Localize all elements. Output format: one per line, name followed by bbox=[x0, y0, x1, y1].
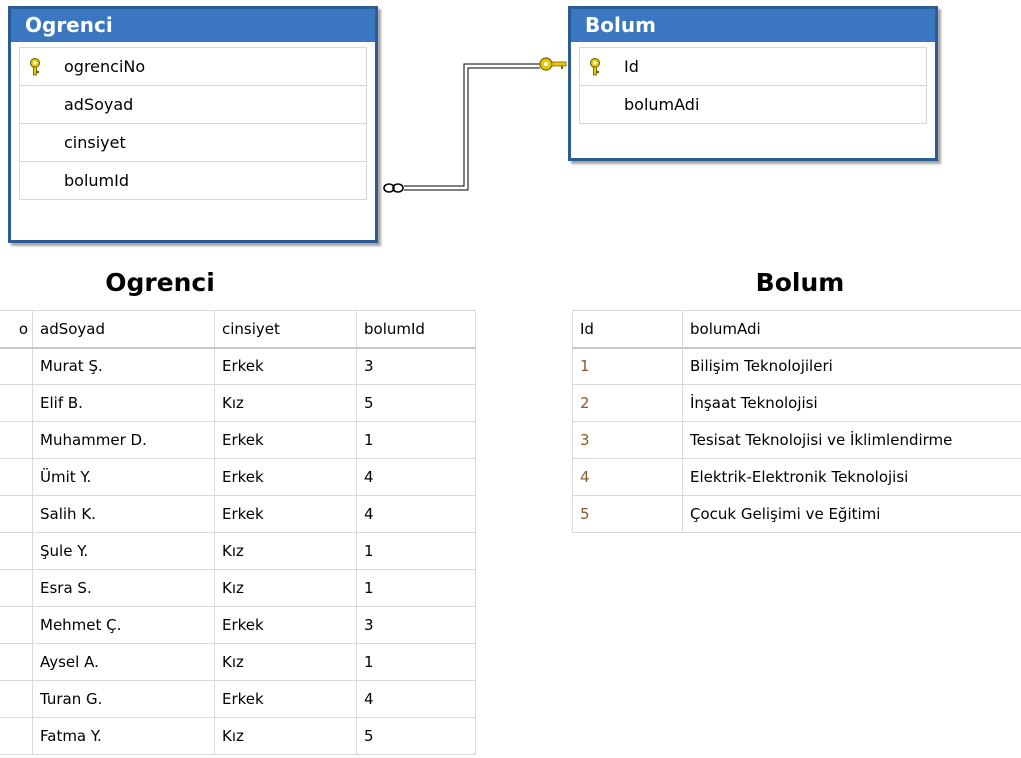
cell-bolumid: 3 bbox=[356, 347, 476, 385]
table-row[interactable]: Ümit Y. Erkek 4 bbox=[0, 458, 476, 496]
entity-field-adsoyad[interactable]: adSoyad bbox=[20, 86, 366, 124]
entity-field-ogrencino[interactable]: ogrenciNo bbox=[20, 48, 366, 86]
cell-id: 3 bbox=[572, 421, 683, 459]
table-row[interactable]: 3 Tesisat Teknolojisi ve İklimlendirme bbox=[572, 421, 1021, 459]
cell-cinsiyet: Kız bbox=[214, 717, 357, 755]
table-row[interactable]: Salih K. Erkek 4 bbox=[0, 495, 476, 533]
cell-bolumid: 4 bbox=[356, 458, 476, 496]
cell-bolumid: 1 bbox=[356, 421, 476, 459]
cell-id: 4 bbox=[572, 458, 683, 496]
cell-id: 1 bbox=[572, 347, 683, 385]
grid-header-row: o adSoyad cinsiyet bolumId bbox=[0, 310, 476, 349]
table-row[interactable]: Fatma Y. Kız 5 bbox=[0, 717, 476, 755]
cell-cinsiyet: Kız bbox=[214, 532, 357, 570]
cell-bolumid: 5 bbox=[356, 384, 476, 422]
cell-id: 2 bbox=[572, 384, 683, 422]
cell-bolumid: 1 bbox=[356, 532, 476, 570]
infinity-icon bbox=[383, 183, 404, 193]
field-name: bolumId bbox=[64, 171, 129, 190]
cell-cinsiyet: Erkek bbox=[214, 606, 357, 644]
grid-header-row: Id bolumAdi bbox=[572, 310, 1021, 349]
table-row[interactable]: Elif B. Kız 5 bbox=[0, 384, 476, 422]
table-row[interactable]: Mehmet Ç. Erkek 3 bbox=[0, 606, 476, 644]
cell-cinsiyet: Kız bbox=[214, 643, 357, 681]
table-row[interactable]: Turan G. Erkek 4 bbox=[0, 680, 476, 718]
table-row[interactable]: Murat Ş. Erkek 3 bbox=[0, 347, 476, 385]
cell-bolumid: 3 bbox=[356, 606, 476, 644]
table-row[interactable]: Şule Y. Kız 1 bbox=[0, 532, 476, 570]
column-header[interactable]: bolumId bbox=[356, 310, 476, 349]
cell-bolumadi: Tesisat Teknolojisi ve İklimlendirme bbox=[682, 421, 1021, 459]
cell-cinsiyet: Kız bbox=[214, 569, 357, 607]
bolum-table-title: Bolum bbox=[755, 268, 845, 297]
cell-adsoyad: Ümit Y. bbox=[32, 458, 215, 496]
cell-adsoyad: Aysel A. bbox=[32, 643, 215, 681]
cell-adsoyad: Esra S. bbox=[32, 569, 215, 607]
field-name: Id bbox=[624, 57, 639, 76]
entity-field-bolumid[interactable]: bolumId bbox=[20, 162, 366, 200]
bolum-data-grid: Id bolumAdi 1 Bilişim Teknolojileri 2 İnşa… bbox=[572, 310, 1021, 533]
table-row[interactable]: 4 Elektrik-Elektronik Teknolojisi bbox=[572, 458, 1021, 496]
table-row[interactable]: Muhammer D. Erkek 1 bbox=[0, 421, 476, 459]
cell-adsoyad: Fatma Y. bbox=[32, 717, 215, 755]
relationship-key-icon bbox=[539, 57, 567, 71]
entity-field-cinsiyet[interactable]: cinsiyet bbox=[20, 124, 366, 162]
entity-bolum-title: Bolum bbox=[571, 9, 935, 42]
cell-bolumadi: Çocuk Gelişimi ve Eğitimi bbox=[682, 495, 1021, 533]
field-name: cinsiyet bbox=[64, 133, 126, 152]
table-row[interactable]: 5 Çocuk Gelişimi ve Eğitimi bbox=[572, 495, 1021, 533]
table-row[interactable]: 2 İnşaat Teknolojisi bbox=[572, 384, 1021, 422]
field-name: adSoyad bbox=[64, 95, 134, 114]
ogrenci-table-title: Ogrenci bbox=[105, 268, 215, 297]
entity-bolum[interactable]: Bolum Id bolumAdi bbox=[568, 6, 938, 161]
cell-adsoyad: Şule Y. bbox=[32, 532, 215, 570]
cell-adsoyad: Murat Ş. bbox=[32, 347, 215, 385]
column-header[interactable]: adSoyad bbox=[32, 310, 215, 349]
cell-adsoyad: Turan G. bbox=[32, 680, 215, 718]
key-icon bbox=[20, 48, 50, 85]
cell-adsoyad: Salih K. bbox=[32, 495, 215, 533]
table-row[interactable]: Esra S. Kız 1 bbox=[0, 569, 476, 607]
entity-field-bolumadi[interactable]: bolumAdi bbox=[580, 86, 926, 124]
cell-bolumadi: Elektrik-Elektronik Teknolojisi bbox=[682, 458, 1021, 496]
cell-id: 5 bbox=[572, 495, 683, 533]
entity-ogrenci[interactable]: Ogrenci ogrenciNo adSoyad cinsiyet bolum… bbox=[8, 6, 378, 243]
cell-cinsiyet: Erkek bbox=[214, 495, 357, 533]
field-name: bolumAdi bbox=[624, 95, 700, 114]
cell-bolumadi: Bilişim Teknolojileri bbox=[682, 347, 1021, 385]
table-row[interactable]: 1 Bilişim Teknolojileri bbox=[572, 347, 1021, 385]
column-header[interactable]: Id bbox=[572, 310, 683, 349]
field-name: ogrenciNo bbox=[64, 57, 146, 76]
cell-bolumadi: İnşaat Teknolojisi bbox=[682, 384, 1021, 422]
cell-bolumid: 1 bbox=[356, 643, 476, 681]
table-row[interactable]: Aysel A. Kız 1 bbox=[0, 643, 476, 681]
column-header[interactable]: bolumAdi bbox=[682, 310, 1021, 349]
cell-cinsiyet: Erkek bbox=[214, 680, 357, 718]
cell-cinsiyet: Erkek bbox=[214, 421, 357, 459]
cell-cinsiyet: Erkek bbox=[214, 347, 357, 385]
cell-adsoyad: Muhammer D. bbox=[32, 421, 215, 459]
cell-cinsiyet: Erkek bbox=[214, 458, 357, 496]
cell-adsoyad: Elif B. bbox=[32, 384, 215, 422]
cell-adsoyad: Mehmet Ç. bbox=[32, 606, 215, 644]
cell-bolumid: 4 bbox=[356, 680, 476, 718]
key-icon bbox=[580, 48, 610, 85]
ogrenci-data-grid: o adSoyad cinsiyet bolumId Murat Ş. Erkek… bbox=[0, 310, 476, 755]
cell-bolumid: 5 bbox=[356, 717, 476, 755]
column-header[interactable]: o bbox=[0, 310, 33, 349]
cell-bolumid: 1 bbox=[356, 569, 476, 607]
column-header[interactable]: cinsiyet bbox=[214, 310, 357, 349]
cell-cinsiyet: Kız bbox=[214, 384, 357, 422]
cell-bolumid: 4 bbox=[356, 495, 476, 533]
entity-ogrenci-title: Ogrenci bbox=[11, 9, 375, 42]
entity-field-id[interactable]: Id bbox=[580, 48, 926, 86]
